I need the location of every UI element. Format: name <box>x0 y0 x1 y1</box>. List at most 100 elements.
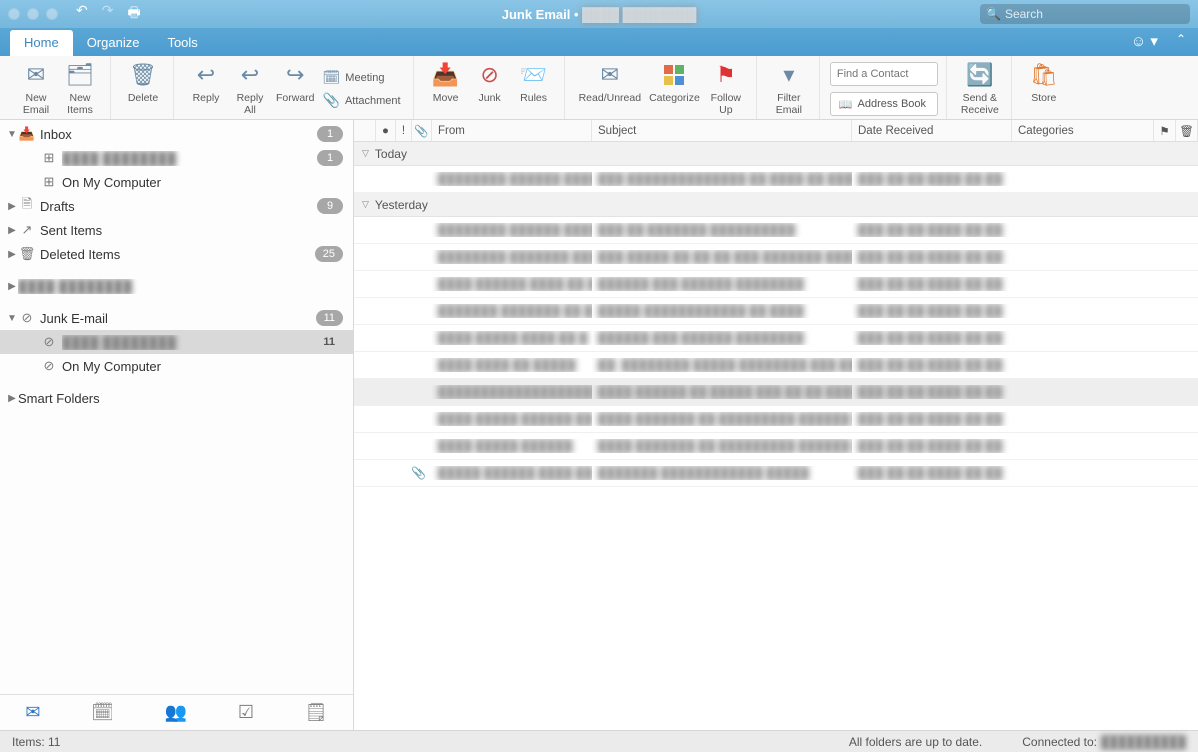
filter-email-button[interactable]: ▾Filter Email <box>767 59 811 118</box>
junk-icon: ⊘ <box>480 61 498 89</box>
folder-smart[interactable]: ▶Smart Folders <box>0 386 353 410</box>
folder-inbox[interactable]: ▼📥Inbox1 <box>0 122 353 146</box>
col-date[interactable]: Date Received <box>852 120 1012 141</box>
message-subject: ████ ██████ ██ █████ ███ ██ ██ ████ <box>592 385 852 399</box>
message-from: ████████ ██████ ██████ <box>432 223 592 237</box>
message-date: ███ ██/██/████ ██:██ <box>852 331 1012 345</box>
message-row[interactable]: ████████ ███████ ███████ █████ ██ ██ ██ … <box>354 244 1198 271</box>
categorize-button[interactable]: Categorize <box>645 59 704 106</box>
move-button[interactable]: 📥Move <box>424 59 468 106</box>
group-yesterday[interactable]: ▽Yesterday <box>354 193 1198 217</box>
folder-junk-on-my-computer[interactable]: ⊘On My Computer <box>0 354 353 378</box>
meeting-icon: 🗓 <box>323 69 341 86</box>
junk-account-icon: ⊘ <box>40 334 58 350</box>
window-controls[interactable] <box>8 8 58 20</box>
folder-account-group[interactable]: ▶████ ████████ <box>0 274 353 298</box>
folder-junk[interactable]: ▼⊘Junk E-mail11 <box>0 306 353 330</box>
forward-button[interactable]: ↪Forward <box>272 59 319 106</box>
reply-button[interactable]: ↩Reply <box>184 59 228 106</box>
col-categories[interactable]: Categories <box>1012 120 1154 141</box>
minimize-window-icon[interactable] <box>27 8 39 20</box>
nav-notes-icon[interactable]: 🗒 <box>305 702 328 723</box>
folder-deleted[interactable]: ▶🗑Deleted Items25 <box>0 242 353 266</box>
folder-inbox-on-my-computer[interactable]: ⊞On My Computer <box>0 170 353 194</box>
computer-icon: ⊞ <box>40 174 58 190</box>
col-subject[interactable]: Subject <box>592 120 852 141</box>
forward-icon: ↪ <box>286 61 304 89</box>
search-input[interactable] <box>1005 7 1184 21</box>
nav-mail-icon[interactable]: ✉ <box>25 702 40 723</box>
tab-tools[interactable]: Tools <box>153 30 211 56</box>
new-items-button[interactable]: 🗂New Items <box>58 59 102 118</box>
folder-drafts[interactable]: ▶🗎Drafts9 <box>0 194 353 218</box>
search-box[interactable]: 🔍 <box>980 4 1190 24</box>
tab-home[interactable]: Home <box>10 30 73 56</box>
undo-icon[interactable]: ↶ <box>76 2 88 26</box>
rules-button[interactable]: 📨Rules <box>512 59 556 106</box>
print-icon[interactable]: 🖶 <box>127 2 140 26</box>
message-subject: ███ ██████████████ ██ ████ ██ ████████ <box>592 172 852 186</box>
message-row[interactable]: ████ ██████ ████ ██ ███████ ███ ██████ █… <box>354 271 1198 298</box>
message-list-header[interactable]: ● ! 📎 From Subject Date Received Categor… <box>354 120 1198 142</box>
col-flag[interactable]: ⚑ <box>1154 120 1176 141</box>
folder-sent[interactable]: ▶↗Sent Items <box>0 218 353 242</box>
nav-calendar-icon[interactable]: 🗓 <box>91 702 114 723</box>
message-row[interactable]: ███████████████████████ ██████ ██ █████ … <box>354 379 1198 406</box>
col-read-status[interactable]: ● <box>376 120 396 141</box>
message-subject: ███████ ████████████ █████ <box>592 466 852 480</box>
message-subject: ████ ███████ ██ █████████ ██████ ████ <box>592 412 852 426</box>
store-icon: 🛍 <box>1030 61 1058 89</box>
store-button[interactable]: 🛍Store <box>1022 59 1066 106</box>
close-window-icon[interactable] <box>8 8 20 20</box>
message-row[interactable]: ████ █████ ████ ██ ███████ ███ ██████ ██… <box>354 325 1198 352</box>
send-receive-button[interactable]: 🔄Send & Receive <box>957 59 1003 118</box>
message-row[interactable]: ████ █████ ██████ ██████ ███████ ██ ████… <box>354 406 1198 433</box>
folder-inbox-account[interactable]: ⊞████ ████████1 <box>0 146 353 170</box>
new-email-button[interactable]: ✉New Email <box>14 59 58 118</box>
drafts-icon: 🗎 <box>18 195 36 217</box>
message-row[interactable]: ████ ████ ██ ███████: ████████ █████ ███… <box>354 352 1198 379</box>
nav-tasks-icon[interactable]: ☑ <box>238 702 254 723</box>
categorize-icon <box>663 61 685 89</box>
attachment-icon: 📎 <box>411 466 426 480</box>
col-importance[interactable]: ! <box>396 120 412 141</box>
message-subject: ███ ██ ███████ ██████████ <box>592 223 852 237</box>
col-from[interactable]: From <box>432 120 592 141</box>
junk-computer-icon: ⊘ <box>40 358 58 374</box>
message-row[interactable]: ████████ ██████ █████████ ██████████████… <box>354 166 1198 193</box>
read-unread-button[interactable]: ✉Read/Unread <box>575 59 645 106</box>
ribbon: ✉New Email 🗂New Items 🗑Delete ↩Reply ↩Re… <box>0 56 1198 120</box>
redo-icon[interactable]: ↷ <box>102 2 114 26</box>
message-subject: ██: ████████ █████ ████████ ███ ███████ <box>592 358 852 372</box>
nav-people-icon[interactable]: 👥 <box>165 702 187 723</box>
col-thread[interactable] <box>354 120 376 141</box>
tab-organize[interactable]: Organize <box>73 30 154 56</box>
title-bar: ↶ ↷ 🖶 Junk Email • ████ ████████ 🔍 <box>0 0 1198 28</box>
address-book-button[interactable]: 📖Address Book <box>830 92 938 116</box>
col-attachment[interactable]: 📎 <box>412 120 432 141</box>
group-today[interactable]: ▽Today <box>354 142 1198 166</box>
message-from: ████ █████ ████ ██ █ <box>432 331 592 345</box>
inbox-icon: 📥 <box>18 126 36 142</box>
col-delete[interactable]: 🗑 <box>1176 120 1198 141</box>
filter-icon: ▾ <box>783 61 794 89</box>
meeting-button[interactable]: 🗓Meeting <box>319 67 405 88</box>
folder-junk-account[interactable]: ⊘████ ████████11 <box>0 330 353 354</box>
reply-all-button[interactable]: ↩Reply All <box>228 59 272 118</box>
find-contact-input[interactable] <box>830 62 938 86</box>
status-sync: All folders are up to date. <box>849 735 982 749</box>
trash-icon: 🗑 <box>129 61 157 89</box>
message-row[interactable]: ███████ ███████ ██ ███████ ████████████ … <box>354 298 1198 325</box>
follow-up-button[interactable]: ⚑Follow Up <box>704 59 748 118</box>
message-row[interactable]: 📎█████ ██████ ████ ██ ████████ █████████… <box>354 460 1198 487</box>
message-row[interactable]: ████ █████ ██████████ ███████ ██ ███████… <box>354 433 1198 460</box>
collapse-ribbon-icon[interactable]: ⌃ <box>1176 32 1186 50</box>
zoom-window-icon[interactable] <box>46 8 58 20</box>
reply-icon: ↩ <box>197 61 215 89</box>
account-smiley-icon[interactable]: ☺ ▾ <box>1131 32 1158 50</box>
message-row[interactable]: ████████ ██████ █████████ ██ ███████ ███… <box>354 217 1198 244</box>
delete-button[interactable]: 🗑Delete <box>121 59 165 106</box>
attachment-button[interactable]: 📎Attachment <box>319 90 405 111</box>
junk-button[interactable]: ⊘Junk <box>468 59 512 106</box>
search-icon: 🔍 <box>986 7 1001 21</box>
